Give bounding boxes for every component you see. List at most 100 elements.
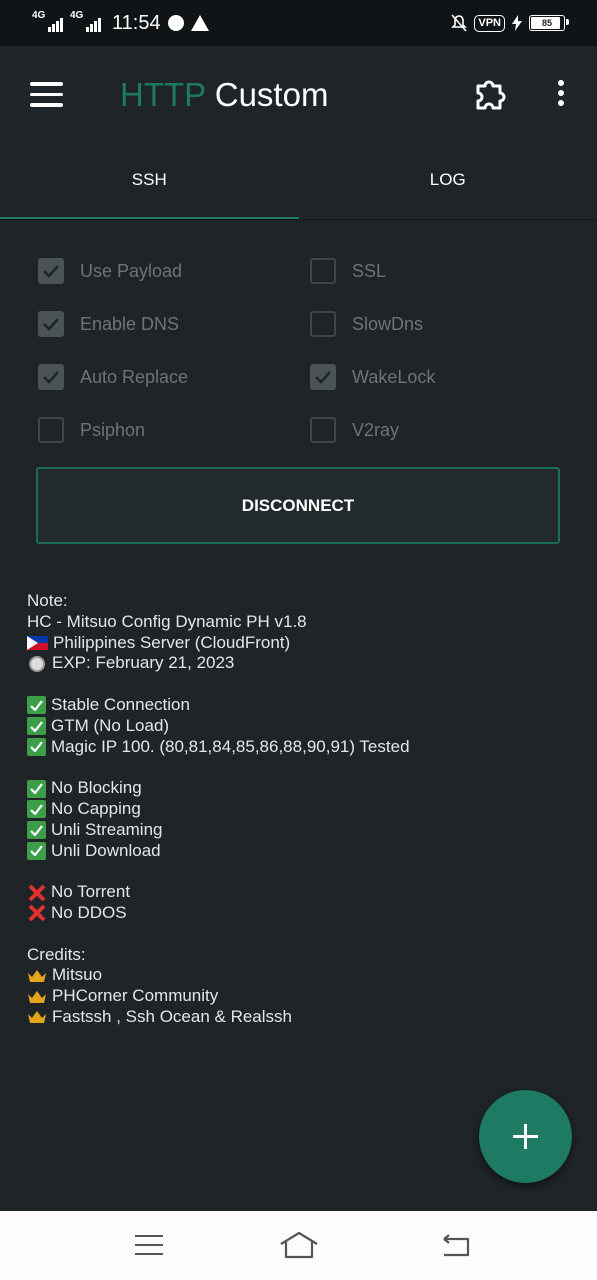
feature-item: No Capping: [27, 799, 587, 820]
app-title: HTTP Custom: [120, 76, 328, 114]
note-server: Philippines Server (CloudFront): [53, 632, 291, 652]
credit-item: Mitsuo: [27, 965, 587, 986]
option-ssl[interactable]: SSL: [310, 258, 386, 284]
cross-mark-icon: [27, 904, 46, 922]
app-title-part1: HTTP: [120, 76, 206, 113]
restriction-item: No DDOS: [27, 903, 587, 924]
check-mark-icon: [27, 696, 46, 715]
option-v2ray[interactable]: V2ray: [310, 417, 399, 443]
menu-icon[interactable]: [30, 82, 63, 107]
signal-icon-2: 4G: [70, 10, 101, 32]
philippines-flag-icon: [27, 635, 48, 650]
restriction-item: No Torrent: [27, 882, 587, 903]
credit-text: Mitsuo: [52, 965, 103, 985]
option-label: SlowDns: [352, 313, 424, 334]
messenger-icon: [167, 15, 184, 31]
feature-text: No Blocking: [51, 778, 142, 798]
checkbox[interactable]: [310, 417, 336, 443]
signal-icon: 4G: [32, 10, 63, 32]
app-title-part2: Custom: [214, 76, 329, 113]
option-auto-replace[interactable]: Auto Replace: [38, 364, 188, 390]
option-label: Psiphon: [80, 419, 146, 440]
feature-item: Unli Download: [27, 841, 587, 862]
option-enable-dns[interactable]: Enable DNS: [38, 311, 179, 337]
feature-item: No Blocking: [27, 778, 587, 799]
recent-apps-icon[interactable]: [135, 1235, 163, 1257]
tab-divider: [0, 219, 597, 220]
checkbox[interactable]: [310, 364, 336, 390]
config-note: Note: HC - Mitsuo Config Dynamic PH v1.8…: [27, 591, 587, 1028]
app-bar: HTTP Custom: [0, 46, 597, 144]
note-exp: EXP: February 21, 2023: [52, 653, 235, 673]
crown-icon: [28, 969, 46, 982]
option-wakelock[interactable]: WakeLock: [310, 364, 435, 390]
notifications-off-icon: [451, 14, 468, 32]
stopwatch-icon: [29, 655, 45, 672]
option-label: Auto Replace: [80, 366, 189, 387]
checkbox[interactable]: [310, 311, 336, 337]
check-mark-icon: [27, 737, 46, 756]
option-label: Enable DNS: [80, 313, 180, 334]
feature-item: GTM (No Load): [27, 716, 587, 737]
option-use-payload[interactable]: Use Payload: [38, 258, 182, 284]
check-mark-icon: [27, 800, 46, 819]
vpn-badge: VPN: [474, 14, 505, 32]
status-left: 4G 4G 11:54: [32, 10, 209, 35]
feature-text: Stable Connection: [51, 694, 190, 714]
cross-mark-icon: [27, 884, 46, 902]
check-mark-icon: [27, 841, 46, 860]
battery-icon: 85: [529, 15, 569, 31]
credit-item: PHCorner Community: [27, 986, 587, 1007]
option-label: WakeLock: [352, 366, 436, 387]
checkbox[interactable]: [38, 311, 64, 337]
tab-log[interactable]: LOG: [299, 144, 597, 220]
network-type-label: 4G: [32, 10, 46, 21]
check-mark-icon: [27, 779, 46, 798]
checkbox[interactable]: [38, 417, 64, 443]
option-slowdns[interactable]: SlowDns: [310, 311, 423, 337]
note-config: HC - Mitsuo Config Dynamic PH v1.8: [27, 611, 307, 631]
checkbox[interactable]: [38, 258, 64, 284]
system-nav-bar: [0, 1211, 597, 1280]
credit-text: Fastssh , Ssh Ocean & Realssh: [52, 1006, 292, 1026]
home-icon[interactable]: [278, 1229, 320, 1261]
credit-item: Fastssh , Ssh Ocean & Realssh: [27, 1007, 587, 1028]
status-bar: 4G 4G 11:54 VPN 85: [0, 0, 597, 46]
option-label: Use Payload: [80, 260, 183, 281]
clock: 11:54: [112, 11, 161, 34]
check-mark-icon: [27, 821, 46, 840]
note-heading: Note:: [27, 591, 68, 610]
feature-text: Unli Download: [51, 840, 161, 860]
charging-icon: [512, 15, 522, 31]
note-server-line: Philippines Server (CloudFront): [27, 633, 587, 654]
more-vert-icon[interactable]: [555, 80, 567, 110]
feature-text: Magic IP 100. (80,81,84,85,86,88,90,91) …: [51, 736, 410, 756]
feature-item: Stable Connection: [27, 695, 587, 716]
option-label: SSL: [352, 260, 387, 281]
disconnect-button[interactable]: DISCONNECT: [36, 467, 560, 544]
crown-icon: [28, 1011, 46, 1024]
feature-text: No Capping: [51, 798, 141, 818]
option-psiphon[interactable]: Psiphon: [38, 417, 145, 443]
restriction-text: No DDOS: [51, 902, 127, 922]
restriction-text: No Torrent: [51, 882, 131, 902]
note-exp-line: EXP: February 21, 2023: [27, 653, 587, 674]
check-mark-icon: [27, 717, 46, 736]
checkbox[interactable]: [310, 258, 336, 284]
crown-icon: [28, 990, 46, 1003]
network-type-label-2: 4G: [70, 10, 84, 21]
add-fab-button[interactable]: [479, 1090, 572, 1183]
puzzle-icon[interactable]: [472, 76, 508, 112]
credits-heading: Credits:: [27, 944, 86, 964]
feature-item: Unli Streaming: [27, 820, 587, 841]
battery-level: 85: [541, 18, 552, 28]
feature-text: Unli Streaming: [51, 819, 163, 839]
feature-item: Magic IP 100. (80,81,84,85,86,88,90,91) …: [27, 737, 587, 758]
warning-icon: [190, 15, 209, 31]
tab-bar: SSH LOG: [0, 144, 597, 220]
feature-text: GTM (No Load): [51, 715, 170, 735]
back-icon[interactable]: [438, 1233, 472, 1259]
tab-ssh[interactable]: SSH: [0, 144, 299, 220]
checkbox[interactable]: [38, 364, 64, 390]
status-right: VPN 85: [451, 14, 569, 32]
